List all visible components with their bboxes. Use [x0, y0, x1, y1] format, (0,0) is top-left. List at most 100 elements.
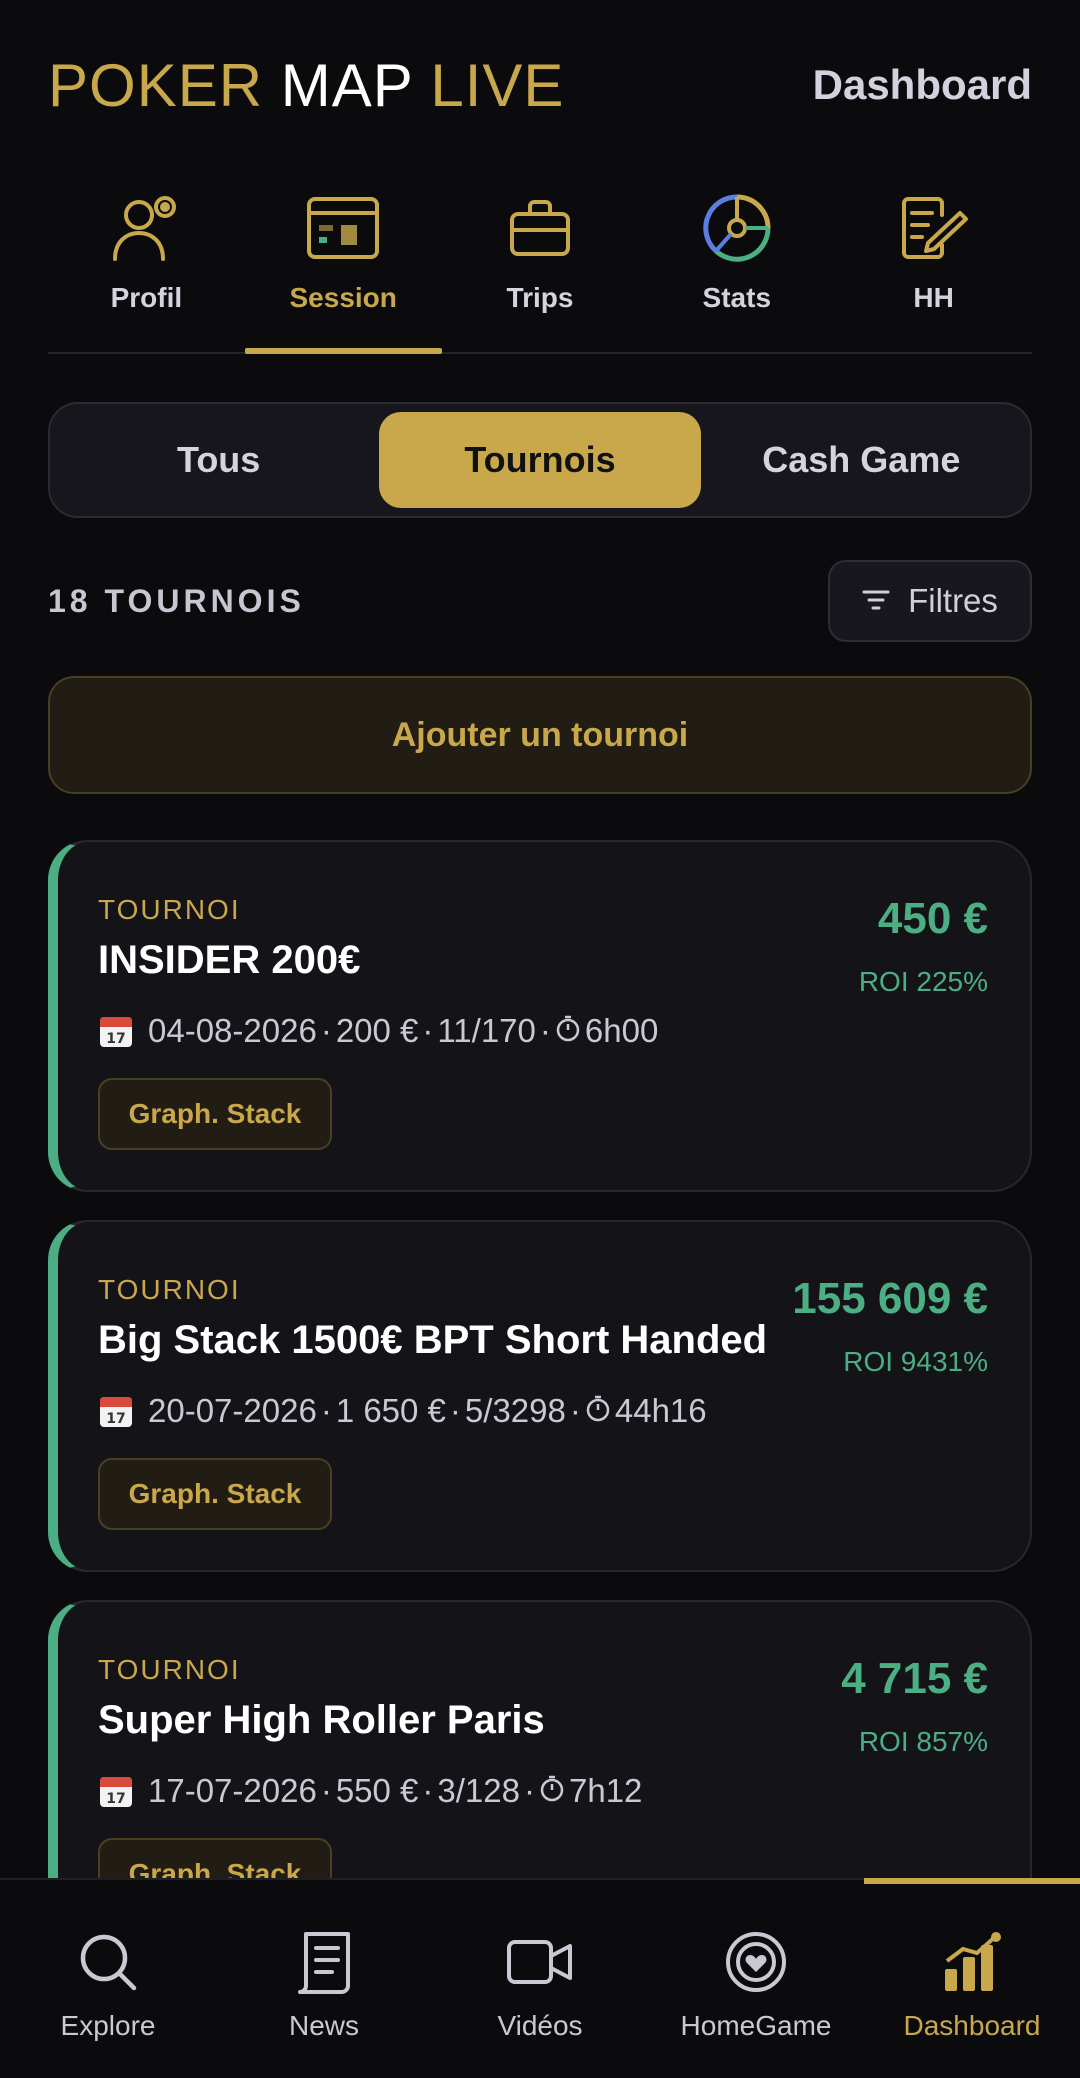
nav-homegame[interactable]: HomeGame — [648, 1880, 864, 2078]
graph-stack-button[interactable]: Graph. Stack — [98, 1078, 332, 1150]
svg-text:17: 17 — [106, 1031, 125, 1047]
segment-tournois[interactable]: Tournois — [379, 412, 701, 508]
nav-news[interactable]: News — [216, 1880, 432, 2078]
tab-trips[interactable]: Trips — [442, 180, 639, 352]
card-meta: 17 20-07-2026 · 1 650 € · 5/3298 · 44h16 — [98, 1392, 707, 1430]
dashboard-chart-icon — [936, 1926, 1008, 1998]
card-buyin: 550 € — [335, 1772, 419, 1809]
tab-hh[interactable]: HH — [835, 180, 1032, 352]
card-type: TOURNOI — [98, 894, 241, 925]
card-date: 20-07-2026 — [148, 1392, 317, 1429]
card-duration: 7h12 — [569, 1772, 643, 1809]
nav-explore[interactable]: Explore — [0, 1880, 216, 2078]
session-card-icon — [301, 186, 385, 270]
user-icon — [104, 186, 188, 270]
card-buyin: 1 650 € — [335, 1392, 446, 1429]
header: POKER MAP LIVE Dashboard — [48, 40, 1032, 130]
card-roi: ROI 857% — [858, 1726, 988, 1757]
segment-tous[interactable]: Tous — [58, 412, 379, 508]
stopwatch-icon — [555, 1012, 581, 1050]
svg-text:17: 17 — [106, 1791, 125, 1807]
card-duration: 44h16 — [614, 1392, 707, 1429]
tab-profil[interactable]: Profil — [48, 180, 245, 352]
brand-logo: POKER MAP LIVE — [48, 51, 564, 120]
brand-part-poker: POKER — [48, 51, 264, 119]
tournament-count: 18 TOURNOIS — [48, 582, 305, 619]
svg-text:17: 17 — [106, 1411, 125, 1427]
tournament-card[interactable]: TOURNOI INSIDER 200€ 17 04-08-2026 · 200… — [48, 840, 1032, 1192]
card-rank: 11/170 — [437, 1012, 536, 1049]
card-gain: 155 609 € — [792, 1274, 988, 1323]
card-roi: ROI 9431% — [843, 1346, 988, 1377]
card-title: Big Stack 1500€ BPT Short Handed — [98, 1318, 768, 1362]
dashboard-link[interactable]: Dashboard — [813, 61, 1032, 109]
meta-separator: · — [422, 1012, 434, 1049]
graph-stack-button[interactable]: Graph. Stack — [98, 1458, 332, 1530]
meta-separator: · — [524, 1772, 535, 1809]
filters-label: Filtres — [908, 582, 998, 619]
nav-label: Dashboard — [903, 2010, 1041, 2041]
filters-button[interactable]: Filtres — [828, 560, 1032, 642]
nav-dashboard[interactable]: Dashboard — [864, 1878, 1080, 2078]
stopwatch-icon — [539, 1772, 565, 1810]
briefcase-icon — [498, 186, 582, 270]
search-icon — [72, 1926, 144, 1998]
tab-label: Profil — [110, 282, 183, 313]
calendar-icon: 17 — [98, 1013, 134, 1049]
tournament-list: TOURNOI INSIDER 200€ 17 04-08-2026 · 200… — [48, 840, 1032, 1880]
tab-label: Trips — [506, 282, 574, 313]
segment-cash-game[interactable]: Cash Game — [701, 412, 1022, 508]
meta-separator: · — [449, 1392, 461, 1429]
app-screen: POKER MAP LIVE Dashboard Profil Session … — [0, 0, 1080, 2078]
card-type: TOURNOI — [98, 1274, 241, 1305]
meta-separator: · — [569, 1392, 581, 1429]
card-gain: 4 715 € — [841, 1654, 988, 1703]
card-gain: 450 € — [877, 894, 988, 943]
stopwatch-icon — [585, 1392, 611, 1430]
tab-label: Stats — [702, 282, 772, 313]
card-rank: 5/3298 — [464, 1392, 566, 1429]
top-tabs: Profil Session Trips Stats HH — [48, 180, 1032, 354]
nav-label: HomeGame — [680, 2010, 832, 2041]
card-title: INSIDER 200€ — [98, 938, 361, 982]
list-toolbar: 18 TOURNOIS Filtres — [48, 560, 1032, 642]
graph-stack-button[interactable]: Graph. Stack — [98, 1838, 332, 1880]
meta-separator: · — [422, 1772, 434, 1809]
card-buyin: 200 € — [335, 1012, 419, 1049]
meta-separator: · — [320, 1772, 332, 1809]
bottom-nav: Explore News Vidéos HomeGame Dashboard — [0, 1878, 1080, 2078]
poker-chip-icon — [720, 1926, 792, 1998]
card-meta: 17 17-07-2026 · 550 € · 3/128 · 7h12 — [98, 1772, 642, 1810]
notes-edit-icon — [892, 186, 976, 270]
video-icon — [504, 1926, 576, 1998]
nav-videos[interactable]: Vidéos — [432, 1880, 648, 2078]
add-tournament-button[interactable]: Ajouter un tournoi — [48, 676, 1032, 794]
meta-separator: · — [320, 1012, 332, 1049]
tab-label: Session — [289, 282, 397, 313]
card-duration: 6h00 — [584, 1012, 659, 1049]
meta-separator: · — [320, 1392, 332, 1429]
tournament-card[interactable]: TOURNOI Big Stack 1500€ BPT Short Handed… — [48, 1220, 1032, 1572]
pie-chart-icon — [695, 186, 779, 270]
card-type: TOURNOI — [98, 1654, 241, 1685]
session-type-segment: Tous Tournois Cash Game — [48, 402, 1032, 518]
card-title: Super High Roller Paris — [98, 1698, 545, 1742]
tournament-card[interactable]: TOURNOI Super High Roller Paris 17 17-07… — [48, 1600, 1032, 1880]
card-date: 04-08-2026 — [148, 1012, 317, 1049]
meta-separator: · — [539, 1012, 551, 1049]
tab-label: HH — [913, 282, 954, 313]
brand-part-map: MAP — [280, 51, 413, 119]
nav-label: Explore — [60, 2010, 156, 2041]
card-date: 17-07-2026 — [148, 1772, 317, 1809]
news-icon — [288, 1926, 360, 1998]
tab-stats[interactable]: Stats — [638, 180, 835, 352]
card-rank: 3/128 — [437, 1772, 520, 1809]
nav-label: Vidéos — [497, 2010, 583, 2041]
calendar-icon: 17 — [98, 1393, 134, 1429]
filter-icon — [862, 582, 890, 620]
calendar-icon: 17 — [98, 1773, 134, 1809]
brand-part-live: LIVE — [430, 51, 565, 119]
tab-session[interactable]: Session — [244, 180, 442, 354]
card-meta: 17 04-08-2026 · 200 € · 11/170 · 6h00 — [98, 1012, 658, 1050]
card-roi: ROI 225% — [858, 966, 988, 997]
